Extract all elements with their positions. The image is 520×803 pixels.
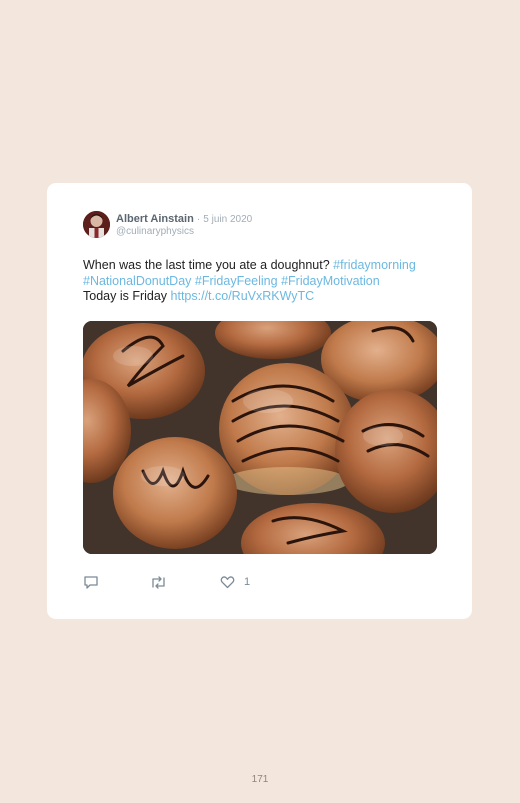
date-separator: · — [196, 214, 201, 225]
tweet-text: When was the last time you ate a doughnu… — [83, 258, 443, 305]
author-name[interactable]: Albert Ainstain — [116, 213, 194, 225]
hashtag-nationaldonutday[interactable]: #NationalDonutDay — [83, 274, 191, 288]
like-count: 1 — [244, 576, 251, 588]
reply-button[interactable] — [83, 574, 99, 590]
heart-icon — [220, 576, 235, 589]
tweet-date[interactable]: 5 juin 2020 — [203, 214, 252, 225]
hashtag-fridaymotivation[interactable]: #FridayMotivation — [281, 274, 380, 288]
like-button[interactable]: 1 — [220, 574, 250, 590]
tweet-text-line-1: When was the last time you ate a doughnu… — [83, 258, 443, 274]
hashtag-fridaymorning[interactable]: #fridaymorning — [333, 258, 416, 272]
retweet-button[interactable] — [150, 574, 167, 590]
tweet-link[interactable]: https://t.co/RuVxRKWyTC — [171, 289, 315, 303]
donuts-photo — [83, 321, 437, 554]
tweet-text-line-2: #NationalDonutDay #FridayFeeling #Friday… — [83, 274, 443, 290]
page: Albert Ainstain · 5 juin 2020 @culinaryp… — [0, 0, 520, 803]
tweet-actions: 1 — [83, 574, 283, 590]
author-row: Albert Ainstain · 5 juin 2020 — [116, 213, 252, 226]
reply-icon — [84, 575, 98, 589]
tweet-card: Albert Ainstain · 5 juin 2020 @culinaryp… — [47, 183, 472, 619]
tweet-text-question: When was the last time you ate a doughnu… — [83, 258, 334, 272]
tweet-text-today: Today is Friday — [83, 289, 171, 303]
page-number: 171 — [251, 774, 269, 785]
hashtag-fridayfeeling[interactable]: #FridayFeeling — [195, 274, 278, 288]
retweet-icon — [152, 575, 165, 589]
tweet-image[interactable] — [83, 321, 437, 554]
author-avatar[interactable] — [83, 211, 110, 238]
tweet-text-line-3: Today is Friday https://t.co/RuVxRKWyTC — [83, 289, 443, 305]
author-handle[interactable]: @culinaryphysics — [116, 226, 194, 238]
